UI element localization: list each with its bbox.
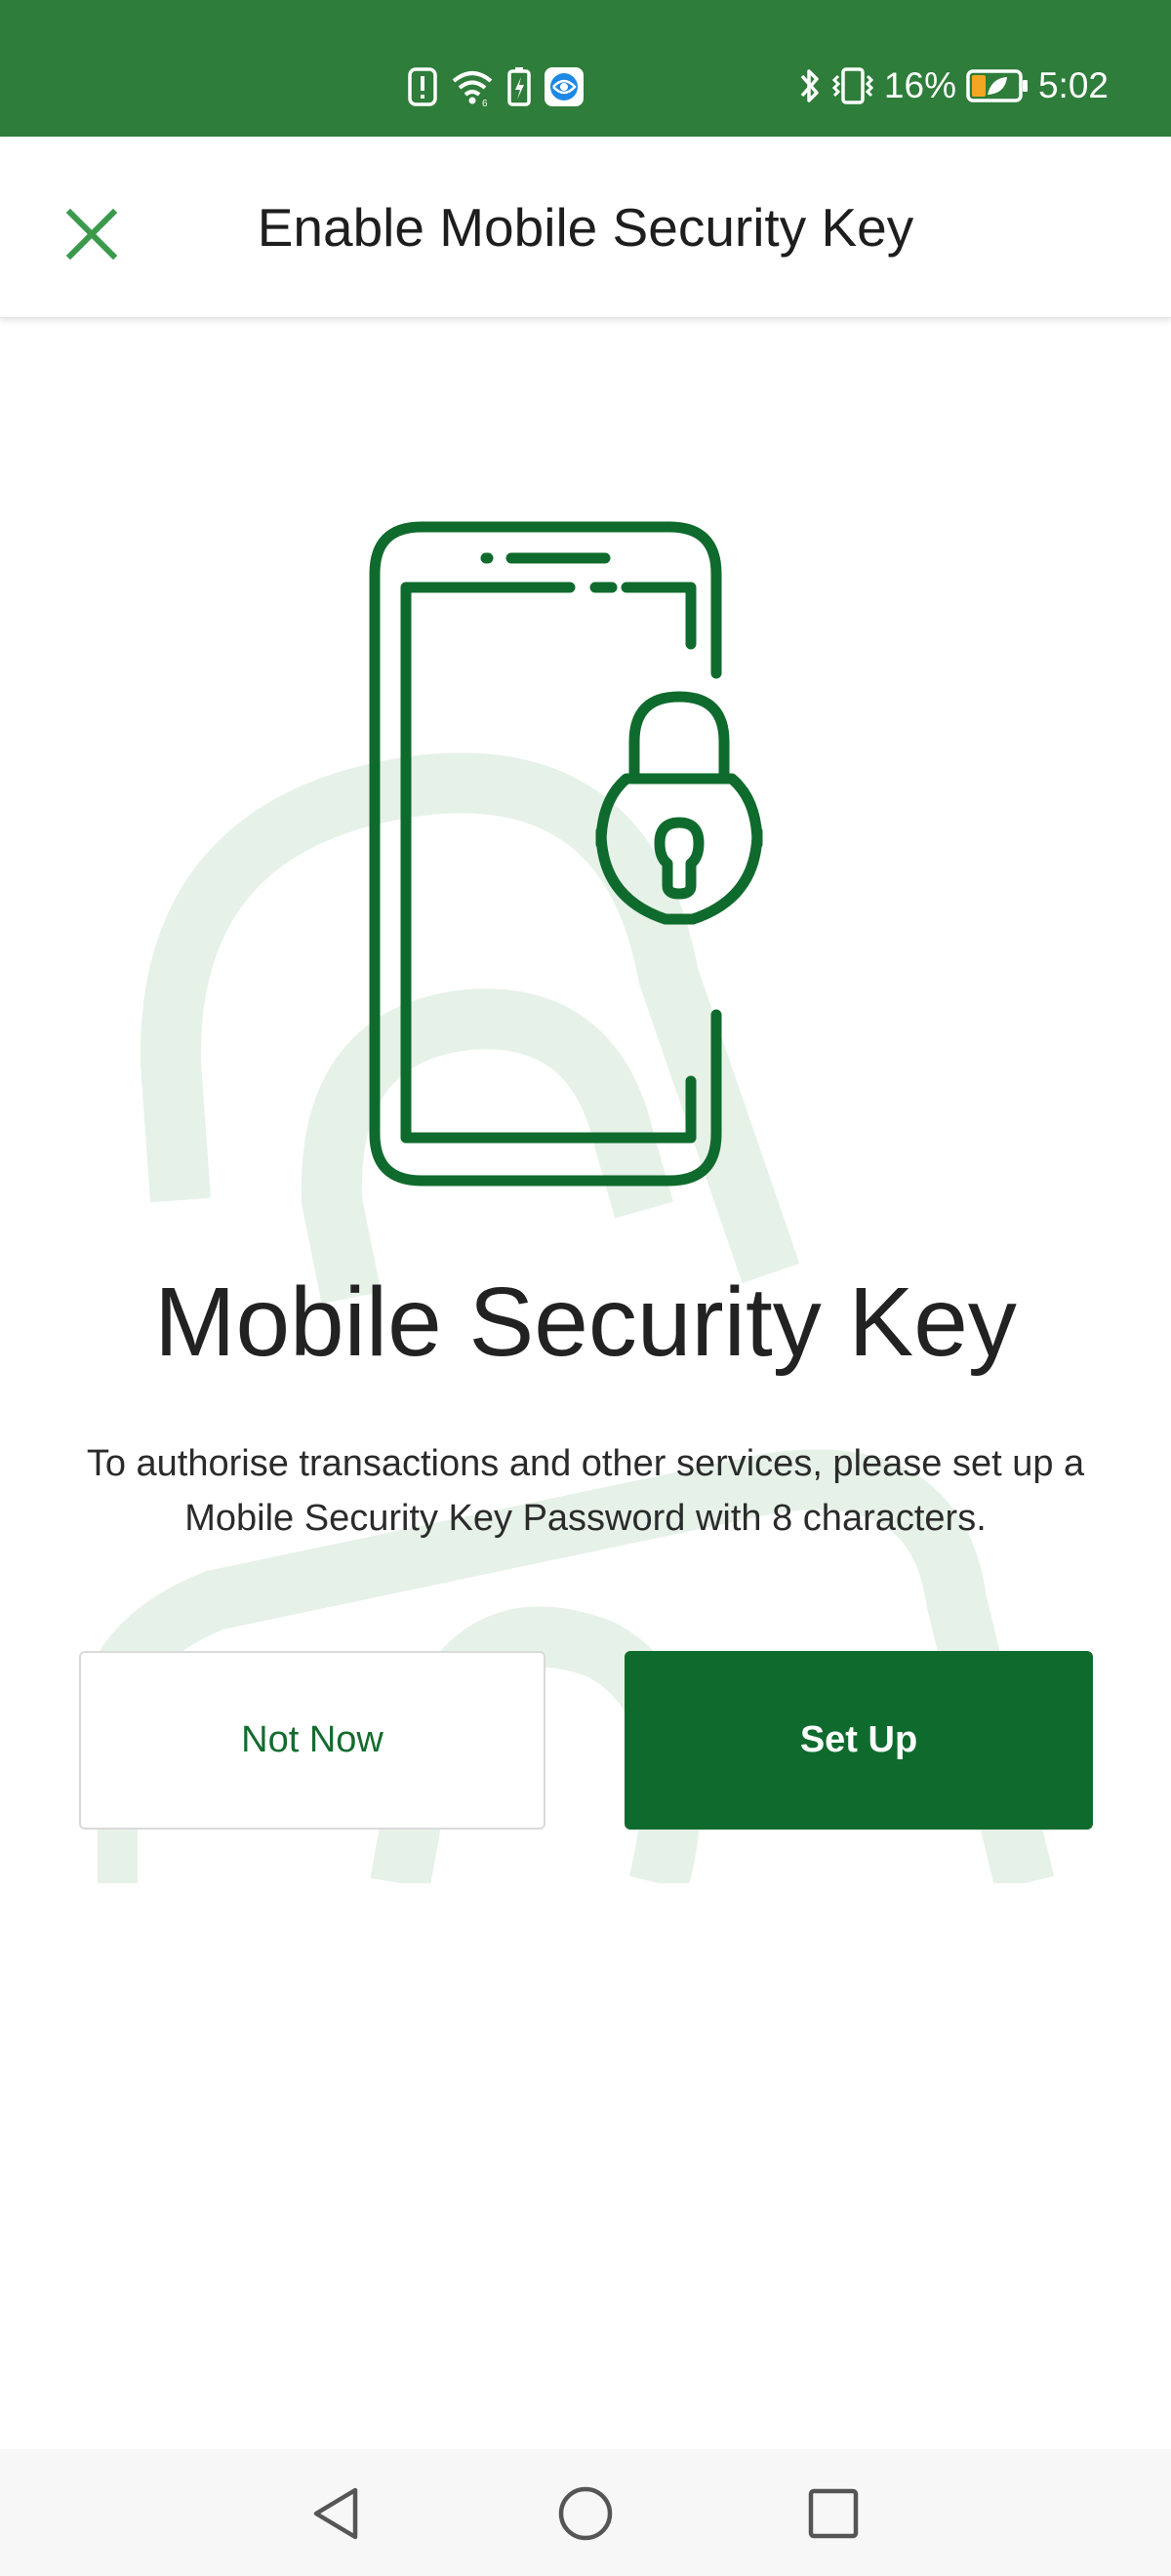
- app-notification-icon: [545, 67, 584, 106]
- system-nav-bar: [0, 2449, 1171, 2576]
- bluetooth-icon: [798, 66, 822, 105]
- back-icon: [308, 2484, 363, 2548]
- home-button[interactable]: [546, 2476, 625, 2555]
- page-title: Enable Mobile Security Key: [257, 197, 914, 258]
- back-button[interactable]: [297, 2476, 375, 2555]
- not-now-button[interactable]: Not Now: [79, 1651, 545, 1830]
- status-right-icons: 16% 5:02: [798, 60, 1109, 111]
- main-heading: Mobile Security Key: [154, 1268, 1017, 1377]
- status-left-icons: 6: [408, 64, 584, 109]
- recents-button[interactable]: [794, 2476, 872, 2555]
- home-icon: [556, 2484, 615, 2548]
- battery-percent: 16%: [883, 65, 956, 105]
- set-up-button[interactable]: Set Up: [625, 1651, 1093, 1830]
- wifi-icon: 6: [451, 67, 494, 106]
- notification-alert-icon: [408, 67, 437, 106]
- status-bar: 6 16% 5:02: [0, 0, 1171, 137]
- app-bar: Enable Mobile Security Key: [0, 137, 1171, 318]
- recents-icon: [806, 2486, 861, 2546]
- phone-with-padlock-icon: [361, 517, 810, 1190]
- description-text: To authorise transactions and other serv…: [86, 1443, 1085, 1539]
- vibrate-icon: [831, 66, 874, 105]
- battery-saver-icon: [507, 67, 531, 106]
- battery-icon: [966, 68, 1029, 103]
- clock: 5:02: [1037, 65, 1109, 105]
- svg-text:6: 6: [482, 99, 488, 106]
